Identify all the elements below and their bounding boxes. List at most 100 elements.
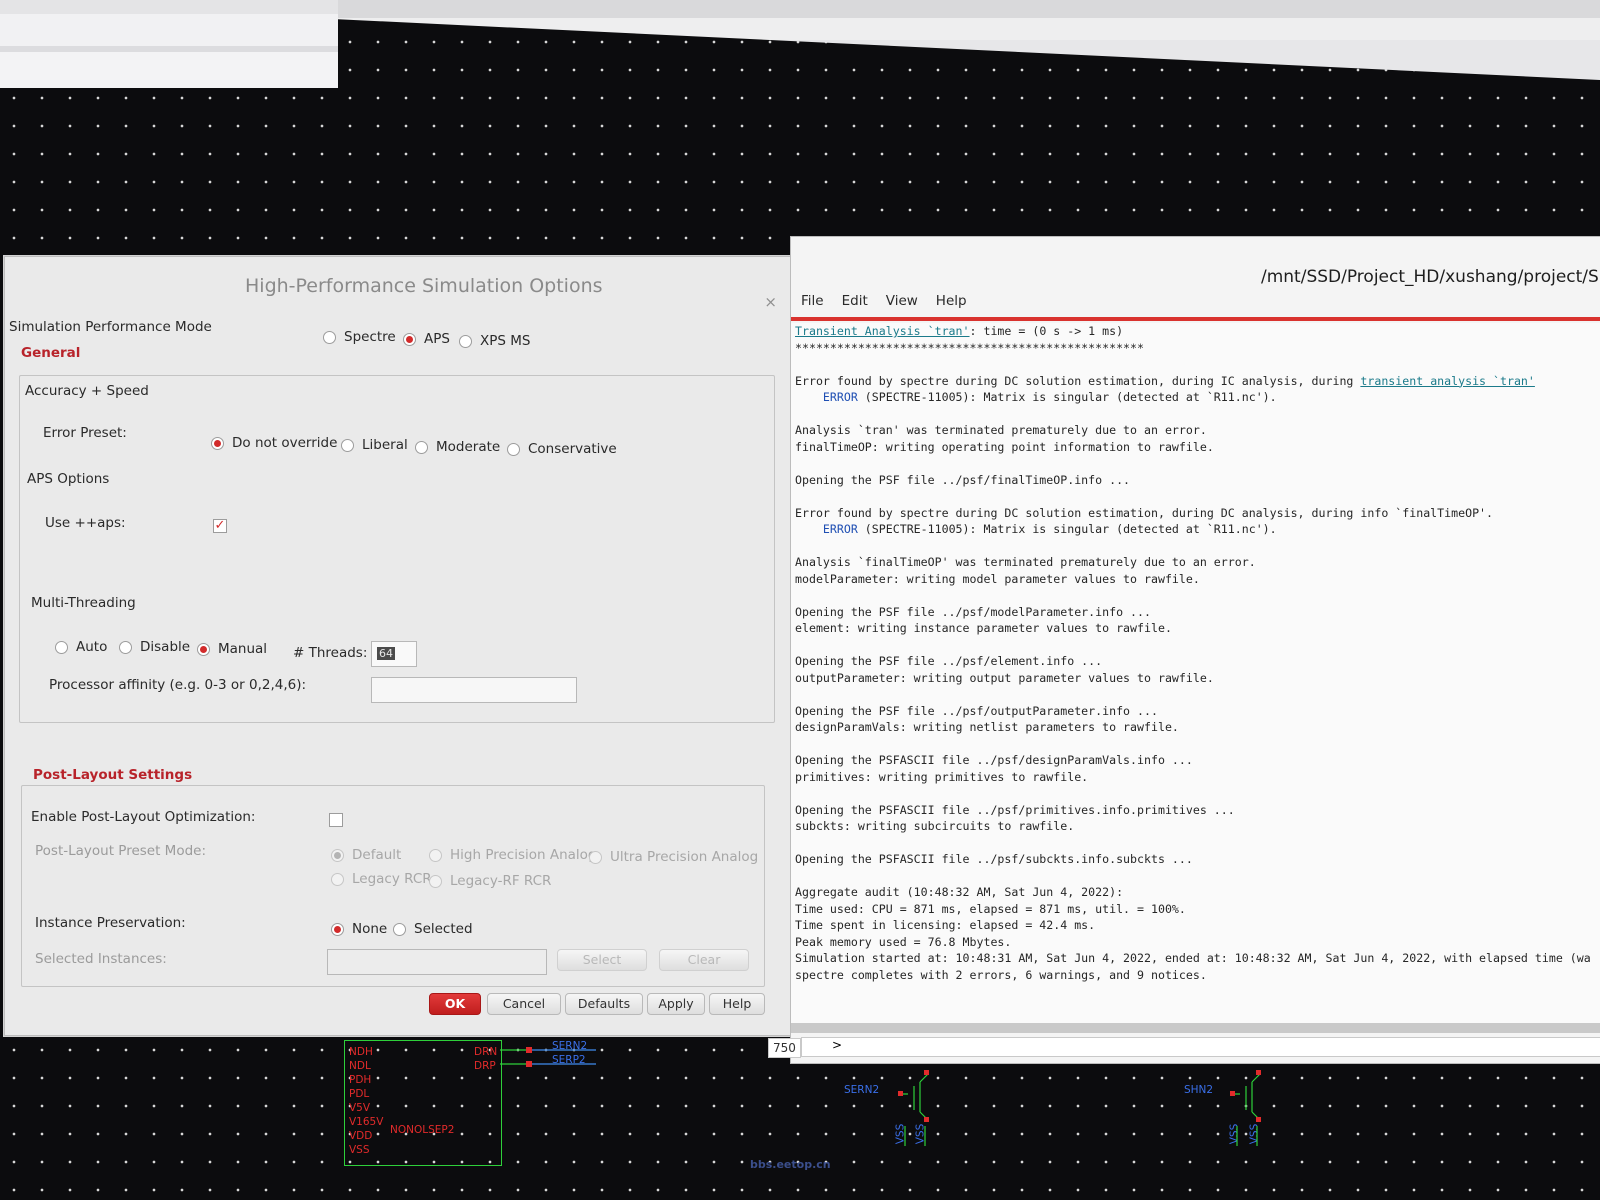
log-line: (SPECTRE-11005): Matrix is singular (det… xyxy=(857,390,1277,404)
log-window-title: /mnt/SSD/Project_HD/xushang/project/Si xyxy=(1261,267,1600,287)
radio-spectre[interactable]: Spectre xyxy=(323,329,396,345)
radio-label: Spectre xyxy=(344,329,396,345)
threads-value: 64 xyxy=(377,647,395,660)
log-line: Error found by spectre during DC solutio… xyxy=(795,373,1361,388)
radio-icon xyxy=(119,640,132,654)
transient-analysis-link[interactable]: transient analysis `tran' xyxy=(1360,374,1535,388)
radio-label: Liberal xyxy=(362,437,408,453)
radio-icon xyxy=(331,872,344,886)
radio-label: XPS MS xyxy=(480,333,531,349)
log-line: Opening the PSFASCII file ../psf/designP… xyxy=(795,753,1193,767)
select-button[interactable]: Select xyxy=(557,949,647,971)
close-icon[interactable]: × xyxy=(764,293,777,311)
radio-icon xyxy=(323,330,336,344)
radio-icon xyxy=(341,438,354,452)
radio-icon xyxy=(331,922,344,936)
radio-conservative[interactable]: Conservative xyxy=(507,441,617,457)
log-line: element: writing instance parameter valu… xyxy=(795,621,1172,635)
selected-instances-label: Selected Instances: xyxy=(35,951,167,967)
log-line: outputParameter: writing output paramete… xyxy=(795,670,1214,685)
radio-do-not-override[interactable]: Do not override xyxy=(211,435,337,451)
pin-marker xyxy=(898,1091,903,1096)
sim-mode-label: Simulation Performance Mode xyxy=(9,319,212,335)
radio-label: None xyxy=(352,921,388,937)
radio-icon xyxy=(429,874,442,888)
pin-marker xyxy=(526,1061,532,1067)
radio-aps[interactable]: APS xyxy=(403,331,450,347)
cancel-button[interactable]: Cancel xyxy=(487,993,561,1015)
menu-file[interactable]: File xyxy=(801,293,824,309)
radio-moderate[interactable]: Moderate xyxy=(415,439,500,455)
section-general: General xyxy=(21,345,81,361)
ok-button[interactable]: OK xyxy=(429,993,481,1015)
pin-marker xyxy=(924,1117,929,1122)
radio-icon xyxy=(197,642,210,656)
log-line: (SPECTRE-11005): Matrix is singular (det… xyxy=(857,522,1277,536)
log-line: Error found by spectre during DC solutio… xyxy=(795,505,1494,520)
radio-liberal[interactable]: Liberal xyxy=(341,437,408,453)
radio-icon xyxy=(55,640,68,654)
radio-disable[interactable]: Disable xyxy=(119,639,190,655)
radio-icon xyxy=(429,848,442,862)
radio-legacy-rcr[interactable]: Legacy RCR xyxy=(331,871,432,887)
error-preset-label: Error Preset: xyxy=(43,425,127,441)
dialog-title: High-Performance Simulation Options xyxy=(245,275,603,297)
clear-button[interactable]: Clear xyxy=(659,949,749,971)
apply-button[interactable]: Apply xyxy=(647,993,705,1015)
log-line: Opening the PSFASCII file ../psf/primiti… xyxy=(795,802,1235,817)
radio-icon xyxy=(393,922,406,936)
simulation-log-window: /mnt/SSD/Project_HD/xushang/project/Si F… xyxy=(790,236,1600,1064)
radio-legacy-rf-rcr[interactable]: Legacy-RF RCR xyxy=(429,873,551,889)
radio-label: Moderate xyxy=(436,439,501,455)
log-line: Opening the PSF file ../psf/element.info… xyxy=(795,654,1103,668)
log-line: Peak memory used = 76.8 Mbytes. xyxy=(795,934,1012,949)
aps-options-label: APS Options xyxy=(27,471,110,487)
radio-selected[interactable]: Selected xyxy=(393,921,473,937)
radio-icon xyxy=(415,440,428,454)
log-line: finalTimeOP: writing operating point inf… xyxy=(795,439,1214,454)
radio-manual[interactable]: Manual xyxy=(197,641,267,657)
radio-label: Do not override xyxy=(232,435,338,451)
post-layout-preset-label: Post-Layout Preset Mode: xyxy=(35,843,207,859)
radio-xps-ms[interactable]: XPS MS xyxy=(459,333,530,349)
menu-edit[interactable]: Edit xyxy=(842,293,868,309)
pin-marker xyxy=(1230,1091,1235,1096)
radio-label: Legacy RCR xyxy=(352,871,432,887)
radio-none[interactable]: None xyxy=(331,921,387,937)
log-output[interactable]: Transient Analysis `tran': time = (0 s -… xyxy=(791,323,1600,1023)
log-line: Opening the PSF file ../psf/outputParame… xyxy=(795,703,1158,718)
enable-post-layout-label: Enable Post-Layout Optimization: xyxy=(31,809,256,825)
menu-help[interactable]: Help xyxy=(936,293,967,309)
enable-post-layout-checkbox[interactable] xyxy=(329,813,343,827)
log-line: Aggregate audit (10:48:32 AM, Sat Jun 4,… xyxy=(795,885,1124,899)
log-line: Simulation started at: 10:48:31 AM, Sat … xyxy=(795,951,1591,965)
pin-marker xyxy=(1256,1117,1261,1122)
affinity-input[interactable] xyxy=(371,677,577,703)
tran-link[interactable]: Transient Analysis `tran' xyxy=(795,324,970,338)
log-line: Time spent in licensing: elapsed = 42.4 … xyxy=(795,918,1096,932)
use-aps-checkbox[interactable]: ✓ xyxy=(213,519,227,533)
background-window-top xyxy=(338,0,1600,80)
menu-view[interactable]: View xyxy=(886,293,918,309)
radio-high-precision[interactable]: High Precision Analog xyxy=(429,847,597,863)
help-button[interactable]: Help xyxy=(709,993,765,1015)
radio-auto[interactable]: Auto xyxy=(55,639,107,655)
transistor-2 xyxy=(1232,1073,1261,1146)
section-post-layout: Post-Layout Settings xyxy=(33,767,193,783)
accuracy-label: Accuracy + Speed xyxy=(25,383,149,399)
transistor-1 xyxy=(900,1073,929,1146)
watermark: bbs.eetop.cn xyxy=(750,1158,831,1171)
log-line: subckts: writing subcircuits to rawfile. xyxy=(795,819,1075,833)
radio-label: Disable xyxy=(140,639,191,655)
defaults-button[interactable]: Defaults xyxy=(565,993,643,1015)
radio-ultra-precision[interactable]: Ultra Precision Analog xyxy=(589,849,758,865)
pin-marker xyxy=(526,1047,532,1053)
error-tag: ERROR xyxy=(822,522,858,536)
radio-default[interactable]: Default xyxy=(331,847,401,863)
radio-label: APS xyxy=(424,331,450,347)
log-line: Analysis `finalTimeOP' was terminated pr… xyxy=(795,555,1256,569)
selected-instances-input[interactable] xyxy=(327,949,547,975)
threads-input[interactable]: 64 xyxy=(371,641,417,667)
radio-label: Default xyxy=(352,847,402,863)
radio-icon xyxy=(589,850,602,864)
